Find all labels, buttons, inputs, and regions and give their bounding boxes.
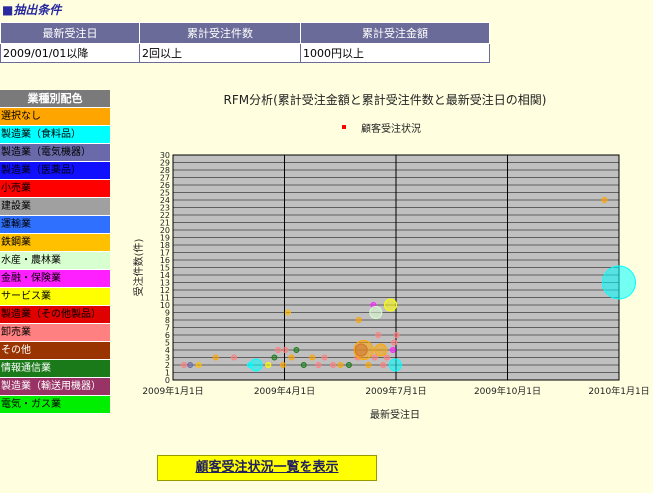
value-latest-order-date: 2009/01/01以降: [0, 43, 140, 63]
x-tick-label: 2009年7月1日: [365, 385, 426, 397]
chart-legend-marker: [342, 125, 346, 129]
data-point: [195, 362, 202, 368]
legend-item: サービス業: [0, 288, 110, 306]
legend-item: 小売業: [0, 180, 110, 198]
legend-item: 水産・農林業: [0, 252, 110, 270]
chart-legend-label: 顧客受注状況: [361, 122, 421, 135]
data-point: [391, 339, 398, 346]
data-point: [265, 362, 272, 368]
rfm-scatter-chart: RFM分析(累計受注金額と累計受注件数と最新受注日の相関)顧客受注状況01234…: [132, 92, 650, 421]
value-cumulative-order-amount: 1000円以上: [300, 43, 490, 63]
data-point: [369, 306, 383, 319]
data-point: [275, 347, 282, 353]
data-point: [180, 362, 187, 368]
data-point: [602, 265, 636, 300]
data-point: [309, 354, 316, 361]
x-tick-label: 2009年10月1日: [474, 385, 541, 397]
data-point: [389, 347, 396, 353]
x-tick-label: 2010年1月1日: [588, 385, 649, 397]
data-point: [212, 354, 219, 361]
data-point: [393, 332, 400, 338]
legend-items: 選択なし 製造業（食料品） 製造業（電気機器） 製造業（医薬品） 小売業 建設業 運輸業 鉄鋼…: [0, 108, 110, 414]
industry-color-legend: 業種別配色 選択なし 製造業（食料品） 製造業（電気機器） 製造業（医薬品） 小売業 建設…: [0, 90, 110, 414]
data-point: [375, 332, 382, 338]
data-point: [384, 298, 398, 312]
data-point: [249, 358, 263, 372]
legend-item: 運輸業: [0, 216, 110, 234]
legend-item: 製造業（食料品）: [0, 126, 110, 144]
legend-item: 製造業（輸送用機器）: [0, 378, 110, 396]
x-tick-label: 2009年4月1日: [254, 385, 315, 397]
conditions-header-row: 最新受注日 累計受注件数 累計受注金額: [0, 22, 490, 44]
data-point: [374, 343, 388, 357]
data-point: [355, 317, 362, 323]
data-point: [337, 362, 344, 368]
data-point: [330, 362, 337, 368]
legend-item: 電気・ガス業: [0, 396, 110, 414]
x-axis-label: 最新受注日: [370, 408, 420, 421]
data-point: [288, 354, 295, 361]
data-point: [353, 340, 374, 360]
legend-item: 建設業: [0, 198, 110, 216]
legend-title: 業種別配色: [0, 90, 110, 108]
data-point: [345, 362, 352, 368]
data-point: [271, 354, 278, 361]
legend-item: 製造業（医薬品）: [0, 162, 110, 180]
legend-item: その他: [0, 342, 110, 360]
data-point: [187, 362, 194, 368]
data-point: [371, 354, 378, 361]
conditions-table: 最新受注日 累計受注件数 累計受注金額 2009/01/01以降 2回以上 10…: [0, 22, 490, 63]
legend-item: 製造業（電気機器）: [0, 144, 110, 162]
y-axis-label: 受注件数(件): [132, 239, 145, 297]
legend-item: 選択なし: [0, 108, 110, 126]
legend-item: 製造業（その他製品）: [0, 306, 110, 324]
data-point: [388, 358, 402, 372]
conditions-value-row: 2009/01/01以降 2回以上 1000円以上: [0, 43, 490, 63]
data-point: [315, 362, 322, 368]
legend-item: 情報通信業: [0, 360, 110, 378]
data-point: [279, 362, 286, 368]
data-point: [321, 354, 328, 361]
show-order-status-list-button[interactable]: 顧客受注状況一覧を表示: [157, 455, 377, 481]
data-point: [284, 309, 291, 316]
y-tick-label: 30: [160, 151, 170, 160]
data-point: [380, 362, 387, 368]
legend-item: 鉄鋼業: [0, 234, 110, 252]
header-cumulative-order-count: 累計受注件数: [139, 22, 301, 44]
section-title: ■抽出条件: [2, 3, 62, 17]
value-cumulative-order-count: 2回以上: [139, 43, 301, 63]
data-point: [293, 347, 300, 353]
data-point: [601, 197, 608, 203]
data-point: [282, 347, 289, 353]
data-point: [365, 362, 372, 368]
data-point: [383, 354, 390, 361]
data-point: [231, 354, 238, 361]
header-cumulative-order-amount: 累計受注金額: [300, 22, 490, 44]
legend-item: 金融・保険業: [0, 270, 110, 288]
x-tick-label: 2009年1月1日: [142, 385, 203, 397]
legend-item: 卸売業: [0, 324, 110, 342]
chart-title: RFM分析(累計受注金額と累計受注件数と最新受注日の相関): [224, 92, 547, 107]
header-latest-order-date: 最新受注日: [0, 22, 140, 44]
data-point: [300, 362, 307, 368]
